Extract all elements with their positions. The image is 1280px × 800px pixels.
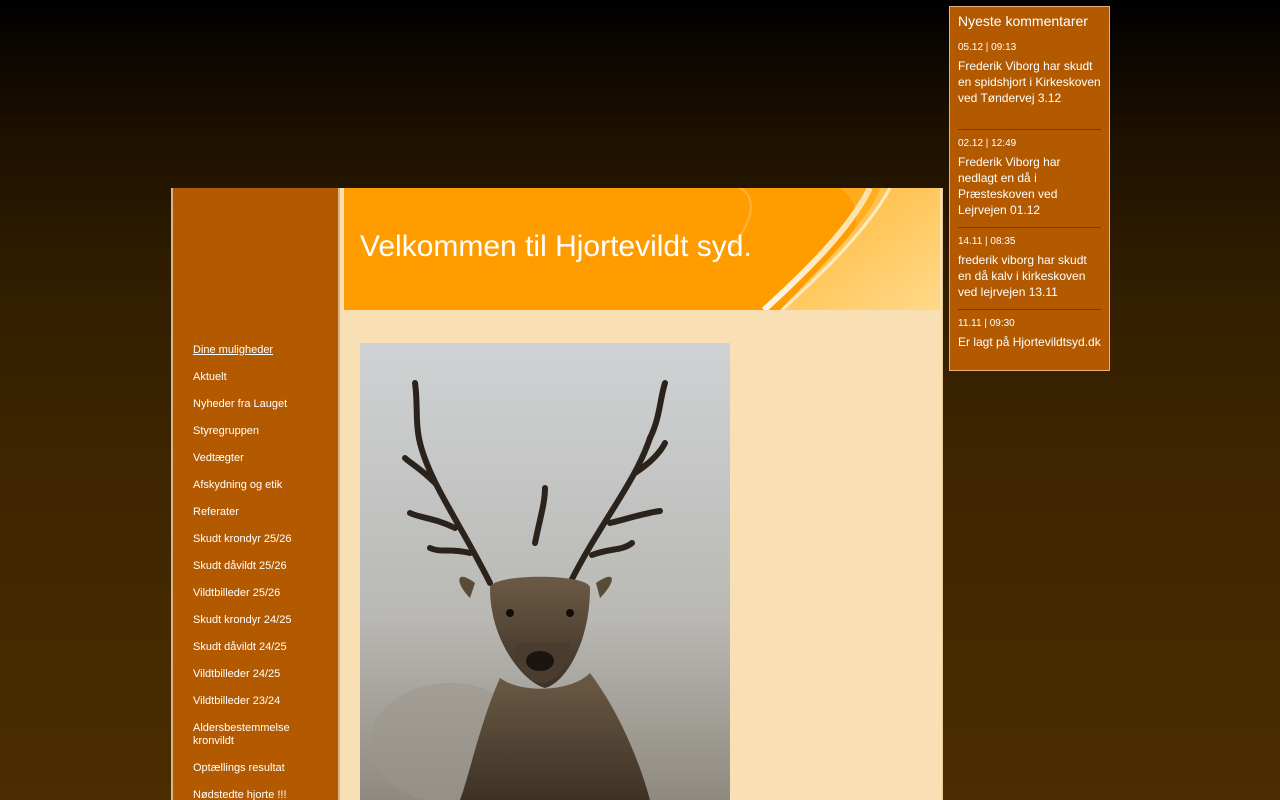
comment-text[interactable]: frederik viborg har skudt en då kalv i k…: [958, 252, 1101, 300]
comment-text[interactable]: Er lagt på Hjortevildtsyd.dk: [958, 334, 1101, 350]
comment-date: 14.11 | 08:35: [958, 236, 1016, 247]
sidebar-link[interactable]: Referater: [193, 506, 333, 519]
sidebar-item-krondyr-25-26[interactable]: Skudt krondyr 25/26: [193, 533, 333, 546]
comment-text[interactable]: Frederik Viborg har nedlagt en då i Præs…: [958, 154, 1101, 218]
comment-item[interactable]: 05.12 | 09:13 Frederik Viborg har skudt …: [958, 42, 1101, 130]
sidebar-link[interactable]: Aktuelt: [193, 371, 333, 384]
sidebar-link[interactable]: Dine muligheder: [193, 344, 333, 357]
header-banner: Velkommen til Hjortevildt syd.: [344, 188, 940, 310]
red-deer-stag-photo: [360, 343, 730, 800]
sidebar-link[interactable]: Aldersbestemmelse kronvildt: [193, 722, 333, 748]
sidebar-link[interactable]: Nyheder fra Lauget: [193, 398, 333, 411]
sidebar-item-nyheder[interactable]: Nyheder fra Lauget: [193, 398, 333, 411]
sidebar-link[interactable]: Skudt dåvildt 25/26: [193, 560, 333, 573]
comment-item[interactable]: 02.12 | 12:49 Frederik Viborg har nedlag…: [958, 138, 1101, 228]
sidebar-link[interactable]: Vildtbilleder 23/24: [193, 695, 333, 708]
sidebar-item-styregruppen[interactable]: Styregruppen: [193, 425, 333, 438]
sidebar-item-vildtbilleder-23-24[interactable]: Vildtbilleder 23/24: [193, 695, 333, 708]
sidebar-link[interactable]: Nødstedte hjorte !!!: [193, 789, 333, 800]
sidebar-item-vildtbilleder-25-26[interactable]: Vildtbilleder 25/26: [193, 587, 333, 600]
comment-date: 05.12 | 09:13: [958, 42, 1017, 53]
page-title: Velkommen til Hjortevildt syd.: [360, 230, 752, 263]
comment-text[interactable]: Frederik Viborg har skudt en spidshjort …: [958, 58, 1101, 120]
sidebar-item-krondyr-24-25[interactable]: Skudt krondyr 24/25: [193, 614, 333, 627]
latest-comments-box: Nyeste kommentarer 05.12 | 09:13 Frederi…: [949, 6, 1110, 371]
banner-swoosh-decoration: [729, 188, 940, 310]
sidebar-item-aktuelt[interactable]: Aktuelt: [193, 371, 333, 384]
sidebar-item-optaellings-resultat[interactable]: Optællings resultat: [193, 762, 333, 775]
sidebar-link[interactable]: Afskydning og etik: [193, 479, 333, 492]
sidebar-link[interactable]: Skudt krondyr 24/25: [193, 614, 333, 627]
sidebar-link[interactable]: Vedtægter: [193, 452, 333, 465]
sidebar-link[interactable]: Vildtbilleder 25/26: [193, 587, 333, 600]
sidebar: Dine muligheder Aktuelt Nyheder fra Laug…: [171, 188, 340, 800]
sidebar-nav: Dine muligheder Aktuelt Nyheder fra Laug…: [193, 344, 333, 800]
sidebar-item-aldersbestemmelse[interactable]: Aldersbestemmelse kronvildt: [193, 722, 333, 748]
sidebar-link[interactable]: Skudt dåvildt 24/25: [193, 641, 333, 654]
sidebar-link[interactable]: Optællings resultat: [193, 762, 333, 775]
sidebar-item-afskydning[interactable]: Afskydning og etik: [193, 479, 333, 492]
sidebar-item-daavildt-25-26[interactable]: Skudt dåvildt 25/26: [193, 560, 333, 573]
sidebar-item-nodstedte-hjorte[interactable]: Nødstedte hjorte !!!: [193, 789, 333, 800]
comment-item[interactable]: 14.11 | 08:35 frederik viborg har skudt …: [958, 236, 1101, 310]
comment-date: 02.12 | 12:49: [958, 138, 1017, 149]
sidebar-item-referater[interactable]: Referater: [193, 506, 333, 519]
sidebar-item-daavildt-24-25[interactable]: Skudt dåvildt 24/25: [193, 641, 333, 654]
comment-date: 11.11 | 09:30: [958, 318, 1015, 329]
sidebar-item-dine-muligheder[interactable]: Dine muligheder: [193, 344, 333, 357]
sidebar-item-vildtbilleder-24-25[interactable]: Vildtbilleder 24/25: [193, 668, 333, 681]
comments-title: Nyeste kommentarer: [958, 13, 1088, 29]
sidebar-item-vedtaegter[interactable]: Vedtægter: [193, 452, 333, 465]
sidebar-link[interactable]: Styregruppen: [193, 425, 333, 438]
sidebar-link[interactable]: Vildtbilleder 24/25: [193, 668, 333, 681]
comment-item[interactable]: 11.11 | 09:30 Er lagt på Hjortevildtsyd.…: [958, 318, 1101, 359]
sidebar-link[interactable]: Skudt krondyr 25/26: [193, 533, 333, 546]
